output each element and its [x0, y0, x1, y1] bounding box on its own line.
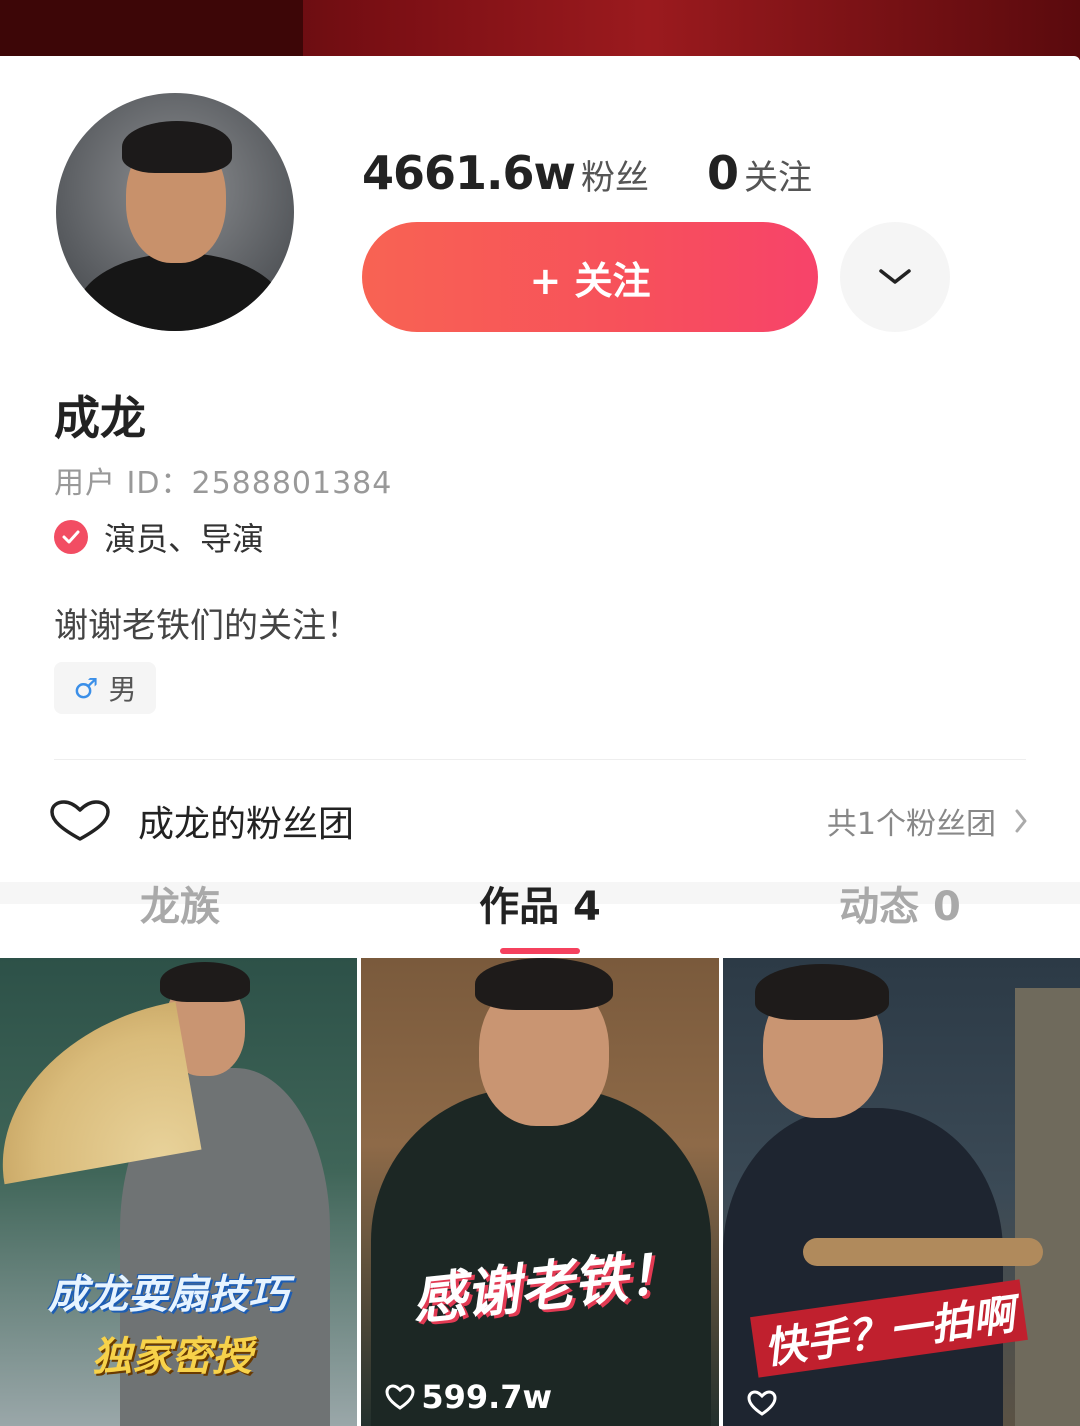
following-count[interactable]: 0 — [707, 146, 739, 200]
verified-tag: 演员、导演 — [54, 514, 264, 560]
male-icon: ♂ — [73, 671, 99, 705]
thumbnail-hair — [475, 958, 614, 1010]
chevron-down-icon — [879, 269, 911, 284]
like-count — [747, 1390, 783, 1416]
avatar-body — [76, 253, 286, 331]
follow-button-label: + 关注 — [529, 258, 651, 303]
fan-group-count[interactable]: 共1个粉丝团 — [827, 799, 1028, 843]
tab-active-indicator — [500, 948, 580, 954]
verified-text: 演员、导演 — [104, 520, 265, 558]
work-tile[interactable]: 成龙耍扇技巧 独家密授 — [0, 958, 358, 1426]
chevron-right-icon — [1015, 809, 1027, 833]
user-id[interactable]: 用户 ID：2588801384 — [54, 458, 392, 502]
follow-button[interactable]: + 关注 — [362, 222, 818, 332]
profile-name: 成龙 — [54, 391, 146, 445]
thumbnail-hair — [160, 962, 250, 1002]
bio: 谢谢老铁们的关注！ — [54, 606, 360, 646]
thumbnail-wooden-arm — [802, 1238, 1043, 1266]
tab-label: 动态 0 — [839, 884, 961, 930]
thumbnail-wooden-dummy — [1014, 988, 1080, 1426]
work-caption: 成龙耍扇技巧 — [48, 1272, 288, 1318]
work-tile[interactable]: 感谢老铁！ 599.7w — [361, 958, 719, 1426]
like-count-text: 599.7w — [421, 1378, 553, 1416]
profile-stats: 4661.6w 粉丝 0 关注 — [362, 146, 812, 200]
heart-outline-icon — [50, 800, 110, 841]
tab-label: 龙族 — [140, 884, 220, 930]
work-caption-sub: 独家密授 — [92, 1334, 252, 1380]
fan-group-count-text: 共1个粉丝团 — [826, 807, 996, 842]
fans-label[interactable]: 粉丝 — [581, 150, 649, 199]
gender-text: 男 — [108, 673, 137, 706]
work-tile[interactable]: 快手？一拍啊 — [722, 958, 1080, 1426]
more-options-button[interactable] — [840, 222, 950, 332]
fans-count[interactable]: 4661.6w — [362, 146, 576, 200]
fan-group-row[interactable]: 成龙的粉丝团 共1个粉丝团 — [48, 791, 1028, 851]
tab-moments[interactable]: 动态 0 — [720, 848, 1080, 958]
heart-icon — [385, 1384, 415, 1410]
thumbnail-hair — [754, 964, 889, 1020]
profile-tabs: 龙族 作品 4 动态 0 — [0, 848, 1080, 958]
following-label[interactable]: 关注 — [744, 150, 812, 199]
check-badge-icon — [54, 520, 88, 554]
tab-label: 作品 4 — [479, 884, 601, 930]
works-grid: 成龙耍扇技巧 独家密授 感谢老铁！ 599.7w 快手？一拍啊 — [0, 958, 1080, 1426]
divider — [54, 759, 1026, 760]
avatar-hair — [122, 121, 232, 173]
thumbnail-figure — [722, 1108, 1003, 1426]
avatar[interactable] — [52, 89, 298, 335]
like-count: 599.7w — [385, 1378, 552, 1416]
tab-longzu[interactable]: 龙族 — [0, 848, 360, 958]
fan-group-title: 成龙的粉丝团 — [138, 804, 355, 845]
heart-icon — [747, 1390, 777, 1416]
gender-badge: ♂ 男 — [54, 662, 156, 714]
tab-works[interactable]: 作品 4 — [360, 848, 720, 958]
